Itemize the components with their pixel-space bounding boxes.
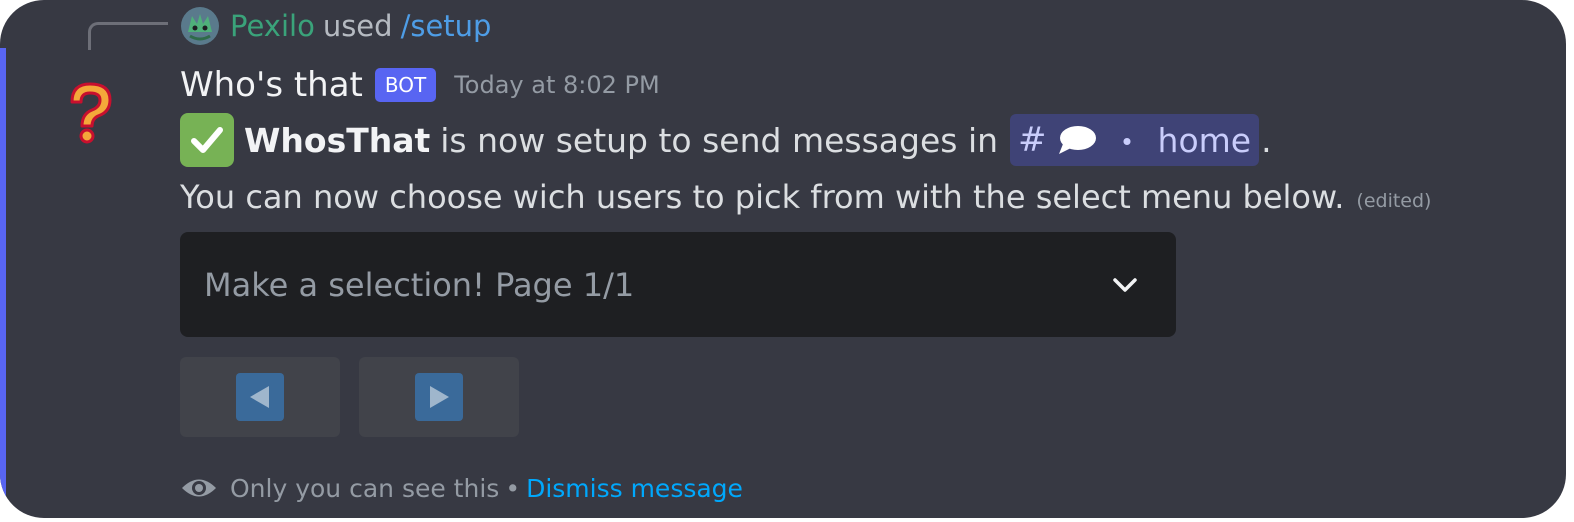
chevron-down-icon [1113,277,1137,292]
setup-text: is now setup to send messages in [440,120,999,160]
select-placeholder: Make a selection! Page 1/1 [204,265,635,304]
check-mark-icon [180,113,234,167]
dismiss-message-link[interactable]: Dismiss message [526,474,743,503]
message-header: Who's that BOT Today at 8:02 PM [180,60,660,110]
ephemeral-footer: Only you can see this • Dismiss message [180,468,743,508]
slash-command-link[interactable]: /setup [401,9,492,43]
channel-hash-icon: # [1018,120,1047,160]
eye-icon [182,479,216,497]
bot-username[interactable]: Who's that [180,65,363,105]
next-page-button[interactable] [359,357,519,437]
message-line-2: You can now choose wich users to pick fr… [180,170,1431,224]
question-mark-avatar-icon[interactable] [62,80,118,146]
period: . [1261,120,1272,160]
visibility-notice: Only you can see this [230,473,500,503]
user-avatar-icon[interactable] [180,6,220,46]
reply-connector [88,22,168,50]
previous-page-button[interactable] [180,357,340,437]
channel-mention[interactable]: # ・ home [1010,114,1260,166]
reply-username[interactable]: Pexilo [230,9,315,43]
edited-label[interactable]: (edited) [1356,190,1431,212]
user-select-menu[interactable]: Make a selection! Page 1/1 [180,232,1176,337]
arrow-right-icon [415,373,463,421]
instruction-text: You can now choose wich users to pick fr… [180,178,1345,216]
highlight-bar [0,48,6,508]
bold-bot-name: WhosThat [244,120,431,160]
command-reply-context[interactable]: Pexilo used /setup [180,4,491,48]
reply-used-text: used [322,9,393,43]
speech-bubble-icon [1057,124,1097,156]
ephemeral-message-card: Pexilo used /setup Who's that BOT Today … [0,0,1566,518]
channel-separator: ・ [1110,123,1144,162]
bot-tag-badge: BOT [374,68,437,102]
arrow-left-icon [236,373,284,421]
footer-separator: • [505,473,521,503]
channel-name: home [1157,120,1252,160]
message-line-1: WhosThat is now setup to send messages i… [180,112,1272,168]
message-timestamp[interactable]: Today at 8:02 PM [454,71,660,99]
